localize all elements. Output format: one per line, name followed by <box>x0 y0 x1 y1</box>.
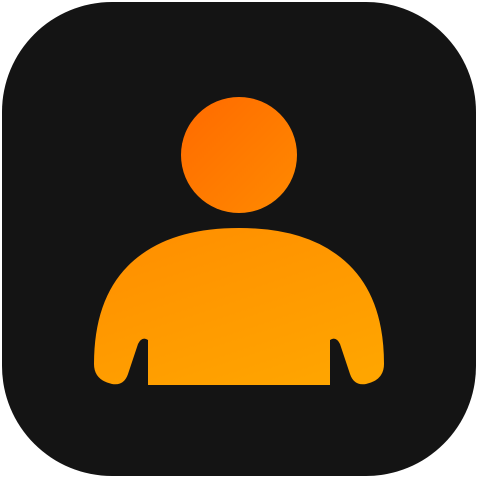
app-icon-container <box>0 0 478 478</box>
user-profile-icon[interactable] <box>0 0 478 478</box>
head-shape <box>181 97 297 213</box>
